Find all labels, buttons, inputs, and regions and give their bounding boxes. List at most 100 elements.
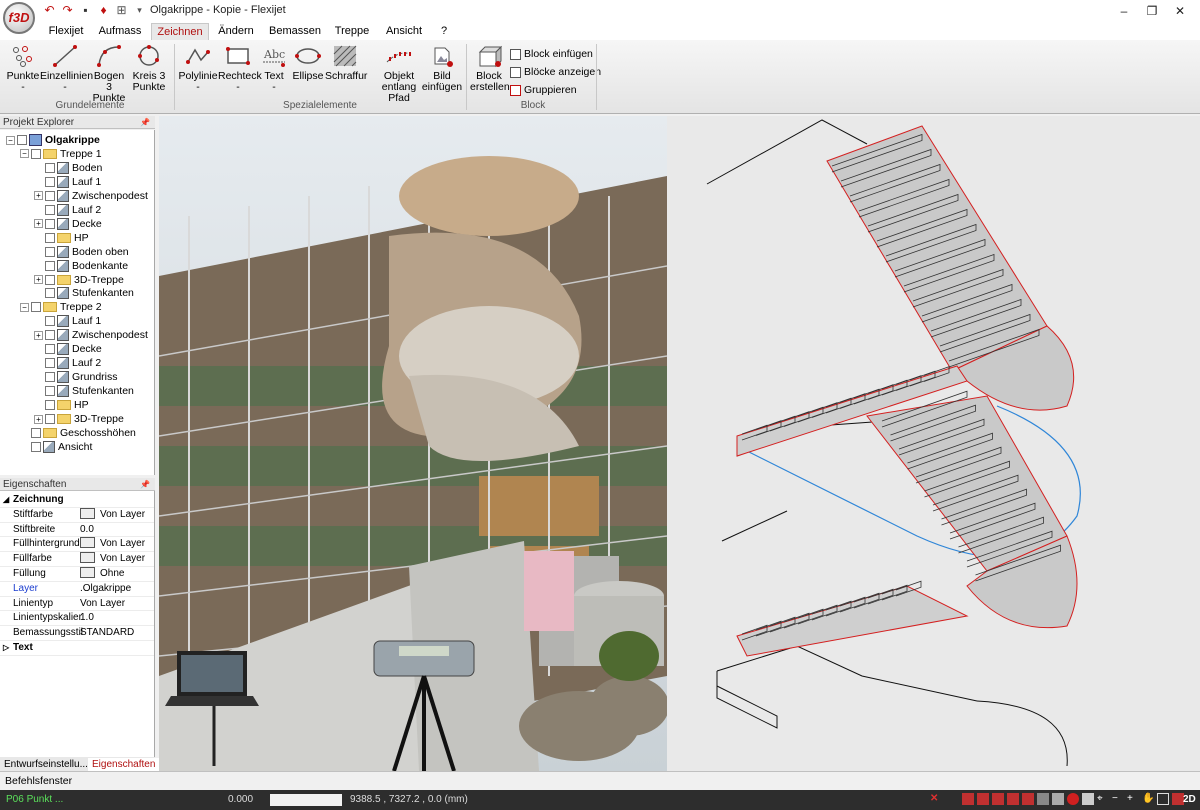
tree-item[interactable]: Bodenkante <box>34 259 128 273</box>
window-icon[interactable] <box>1157 793 1169 805</box>
pin-icon[interactable]: 📌 <box>140 116 150 129</box>
visibility-checkbox[interactable] <box>45 260 55 271</box>
tab-ansicht[interactable]: Ansicht <box>381 23 427 40</box>
tree-item[interactable]: Lauf 1 <box>34 314 101 328</box>
property-category[interactable]: ◢ Zeichnung <box>0 493 154 508</box>
tree-item[interactable]: + Zwischenpodest <box>34 328 148 342</box>
view-iso-icon[interactable] <box>1022 793 1034 805</box>
cad-viewport[interactable] <box>667 116 1200 771</box>
object-along-path-button[interactable]: Objekt entlang Pfad <box>372 44 426 104</box>
arc-3-points-button[interactable]: Bogen 3 Punkte <box>90 44 128 104</box>
photo-viewport[interactable] <box>159 116 667 771</box>
property-row[interactable]: Füllfarbe Von Layer <box>0 552 154 567</box>
visibility-checkbox[interactable] <box>31 427 41 438</box>
property-row[interactable]: Stiftbreite 0.0 <box>0 523 154 538</box>
visibility-checkbox[interactable] <box>31 148 41 159</box>
property-value[interactable]: Von Layer <box>80 537 145 552</box>
tree-item[interactable]: HP <box>34 398 89 412</box>
tree-expander[interactable]: + <box>34 219 43 229</box>
rectangle-button[interactable]: Rechteck - <box>218 44 262 93</box>
points-button[interactable]: Punkte - <box>6 44 40 93</box>
save-icon[interactable]: ▪ <box>78 3 93 18</box>
gamepad-icon[interactable]: ⊞ <box>114 3 129 18</box>
visibility-checkbox[interactable] <box>45 274 55 285</box>
expander-icon[interactable]: ▷ <box>3 641 9 656</box>
color-swatch[interactable] <box>80 507 95 519</box>
tab-help[interactable]: ? <box>434 23 454 40</box>
visibility-checkbox[interactable] <box>45 400 55 411</box>
visibility-checkbox[interactable] <box>45 190 55 201</box>
view-front-icon[interactable] <box>977 793 989 805</box>
tree-expander[interactable]: + <box>34 330 43 340</box>
tree-expander[interactable]: + <box>34 191 43 201</box>
tree-item[interactable]: HP <box>34 231 89 245</box>
frame-icon[interactable] <box>1082 793 1094 805</box>
maximize-button[interactable]: ❐ <box>1138 2 1166 20</box>
tree-item[interactable]: − Treppe 1 <box>20 147 102 161</box>
property-value[interactable]: 0.0 <box>80 523 94 538</box>
tree-expander[interactable]: − <box>6 135 15 145</box>
redo-icon[interactable]: ↷ <box>60 3 75 18</box>
property-value[interactable]: .Olgakrippe <box>80 582 131 597</box>
visibility-checkbox[interactable] <box>45 204 55 215</box>
visibility-checkbox[interactable] <box>45 330 55 341</box>
tab-aufmass[interactable]: Aufmass <box>94 23 146 40</box>
insert-block-button[interactable]: Block einfügen <box>510 48 593 60</box>
cancel-icon[interactable]: ✕ <box>930 793 942 805</box>
tree-expander[interactable]: + <box>34 275 43 284</box>
tree-item[interactable]: Lauf 1 <box>34 175 101 189</box>
property-value[interactable]: STANDARD <box>80 626 134 641</box>
tree-item[interactable]: − Olgakrippe <box>6 133 100 147</box>
property-row[interactable]: Bemassungsstil STANDARD <box>0 626 154 641</box>
property-row[interactable]: Füllhintergrund Von Layer <box>0 537 154 553</box>
tree-item[interactable]: Grundriss <box>34 370 118 384</box>
ellipse-button[interactable]: Ellipse <box>292 44 324 82</box>
property-row[interactable]: Stiftfarbe Von Layer <box>0 507 154 523</box>
single-lines-button[interactable]: Einzellinien - <box>40 44 93 93</box>
pan-icon[interactable]: ✋ <box>1142 793 1154 805</box>
view-top-icon[interactable] <box>992 793 1004 805</box>
create-block-button[interactable]: Block erstellen <box>470 44 510 93</box>
tree-item[interactable]: + Zwischenpodest <box>34 189 148 203</box>
visibility-checkbox[interactable] <box>45 176 55 187</box>
visibility-checkbox[interactable] <box>31 302 41 313</box>
tab-zeichnen[interactable]: Zeichnen <box>151 23 209 40</box>
tree-item[interactable]: Stufenkanten <box>34 384 134 398</box>
tree-item[interactable]: Stufenkanten <box>34 286 134 300</box>
view-mode-2d[interactable]: 2D <box>1183 790 1196 810</box>
tree-item[interactable]: +3D-Treppe <box>34 273 124 287</box>
property-value[interactable]: Von Layer <box>80 597 125 612</box>
hatch-button[interactable]: Schraffur <box>325 44 367 82</box>
minimize-button[interactable]: – <box>1110 2 1138 20</box>
crosshair-icon[interactable]: ⌖ <box>1097 793 1109 805</box>
tree-item[interactable]: Lauf 2 <box>34 203 101 217</box>
tree-item[interactable]: Ansicht <box>20 440 92 454</box>
zoom-out-icon[interactable]: − <box>1112 793 1124 805</box>
tree-item[interactable]: Geschosshöhen <box>20 426 136 440</box>
command-window[interactable]: Befehlsfenster <box>0 771 1200 790</box>
tree-expander[interactable]: + <box>34 414 43 424</box>
property-value[interactable]: 1.0 <box>80 611 94 626</box>
property-row[interactable]: Linientyp Von Layer <box>0 597 154 612</box>
tab-treppe[interactable]: Treppe <box>330 23 374 40</box>
color-swatch[interactable] <box>80 567 95 578</box>
property-value[interactable]: Von Layer <box>80 507 145 523</box>
zoom-in-icon[interactable]: + <box>1127 793 1139 805</box>
property-category[interactable]: ▷ Text <box>0 641 154 656</box>
text-button[interactable]: Abc Text - <box>260 44 288 93</box>
pin-icon[interactable]: 📌 <box>140 478 150 491</box>
tab-bemassen[interactable]: Bemassen <box>266 23 324 40</box>
visibility-checkbox[interactable] <box>45 232 55 243</box>
tree-item[interactable]: Decke <box>34 342 102 356</box>
tree-item[interactable]: Boden oben <box>34 245 129 259</box>
tree-item[interactable]: Boden <box>34 161 102 175</box>
input-field[interactable] <box>270 794 342 806</box>
visibility-checkbox[interactable] <box>45 414 55 424</box>
tree-expander[interactable]: − <box>20 302 29 312</box>
pin-icon[interactable]: ♦ <box>96 3 111 18</box>
visibility-checkbox[interactable] <box>31 441 41 452</box>
tree-item[interactable]: Lauf 2 <box>34 356 101 370</box>
tree-item[interactable]: + Decke <box>34 217 102 231</box>
tab-aendern[interactable]: Ändern <box>213 23 259 40</box>
dropdown-icon[interactable]: ▾ <box>132 3 147 18</box>
